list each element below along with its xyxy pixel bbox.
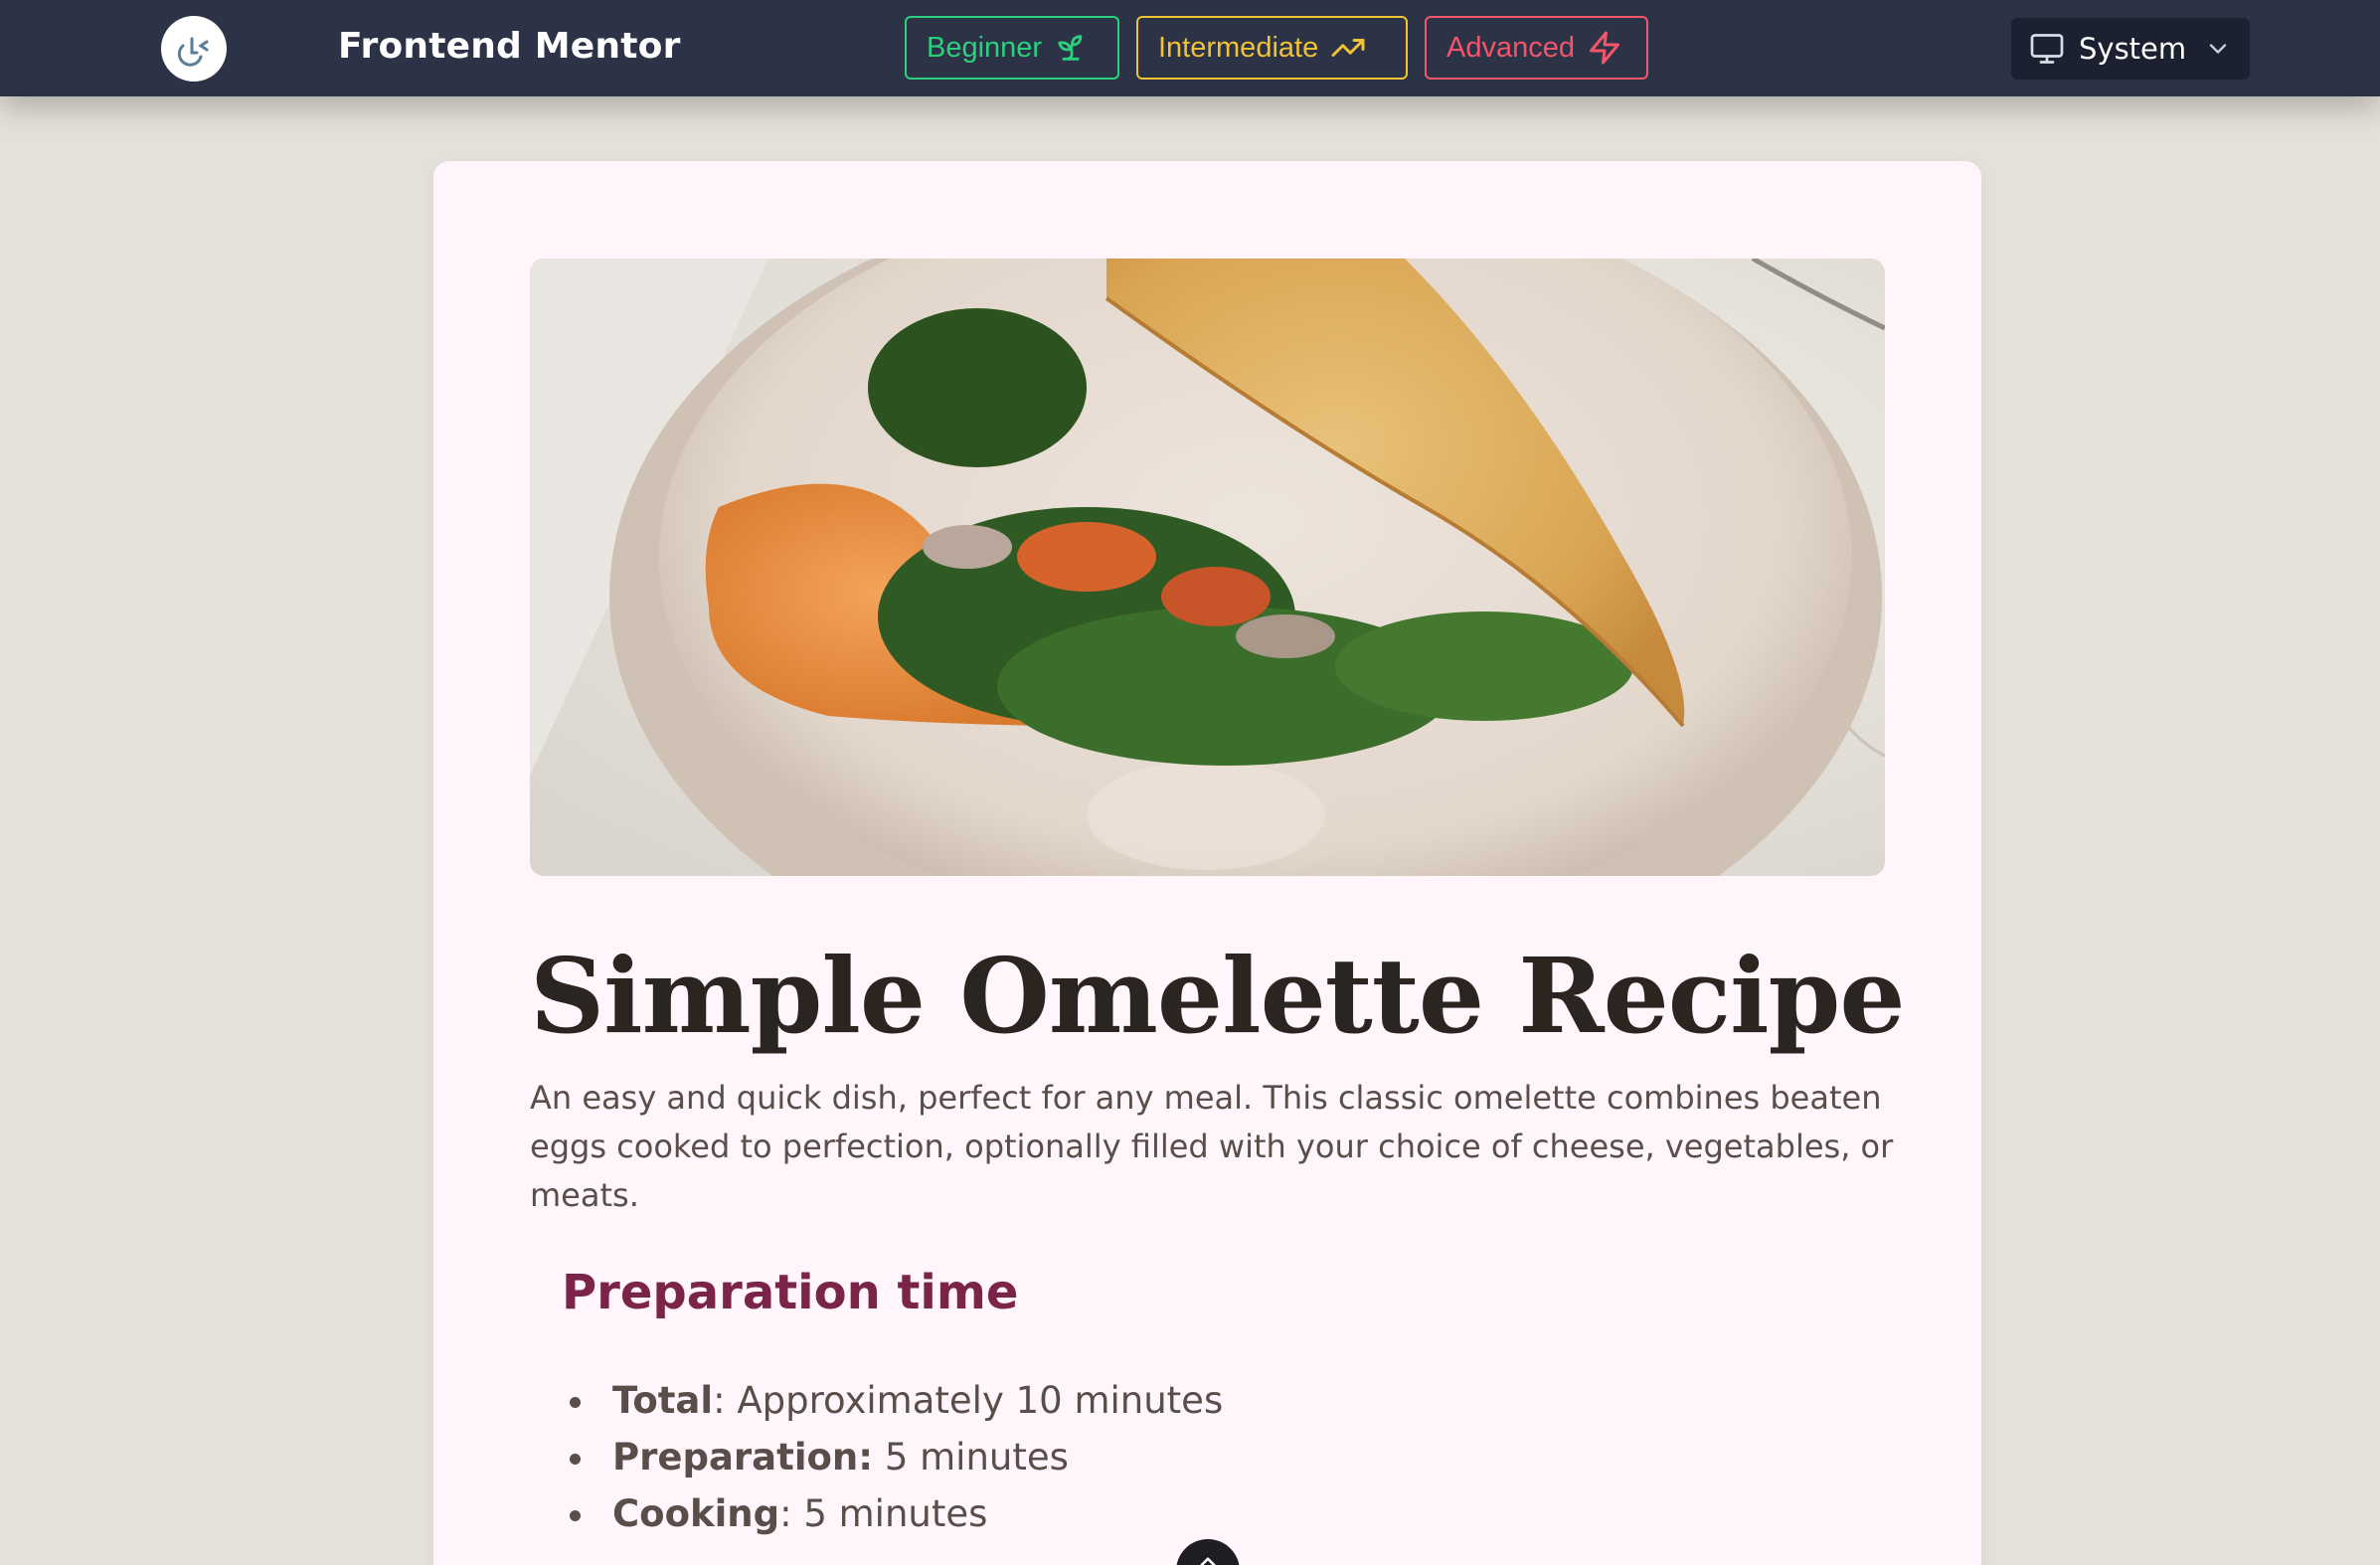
beginner-label: Beginner (927, 31, 1043, 64)
list-item: Total: Approximately 10 minutes (562, 1372, 1223, 1429)
advanced-label: Advanced (1446, 31, 1575, 64)
chevron-up-icon (1200, 1557, 1216, 1565)
theme-select[interactable]: System (2011, 18, 2250, 80)
recipe-title: Simple Omelette Recipe (530, 935, 1906, 1057)
intermediate-level-button[interactable]: Intermediate (1136, 16, 1408, 80)
prep-item-label: Preparation: (612, 1436, 874, 1478)
advanced-level-button[interactable]: Advanced (1425, 16, 1648, 80)
sprout-icon (1058, 35, 1083, 61)
prep-item-label: Total (612, 1379, 714, 1422)
beginner-level-button[interactable]: Beginner (905, 16, 1119, 80)
list-item: Cooking: 5 minutes (562, 1485, 1223, 1542)
intermediate-label: Intermediate (1158, 31, 1319, 64)
chevron-down-icon (2209, 44, 2227, 54)
lightning-icon (1590, 31, 1619, 65)
prep-item-value: : Approximately 10 minutes (713, 1379, 1224, 1422)
top-navbar: Frontend Mentor Beginner Intermediate Ad… (0, 0, 2380, 96)
prep-item-value: : 5 minutes (779, 1492, 988, 1535)
recipe-intro: An easy and quick dish, perfect for any … (530, 1079, 1894, 1214)
omelette-hero-image (530, 259, 1885, 876)
theme-select-value: System (2079, 32, 2187, 66)
logo-icon[interactable] (161, 16, 227, 82)
list-item: Preparation: 5 minutes (562, 1429, 1223, 1485)
trending-up-icon (1331, 39, 1365, 57)
prep-item-value: 5 minutes (873, 1436, 1069, 1478)
brand-name[interactable]: Frontend Mentor (338, 26, 681, 67)
preparation-time-heading: Preparation time (562, 1265, 1019, 1320)
monitor-icon (2030, 34, 2064, 64)
prep-item-label: Cooking (612, 1492, 780, 1535)
preparation-time-list: Total: Approximately 10 minutes Preparat… (562, 1372, 1223, 1542)
recipe-card: Simple Omelette Recipe An easy and quick… (433, 161, 1981, 1565)
